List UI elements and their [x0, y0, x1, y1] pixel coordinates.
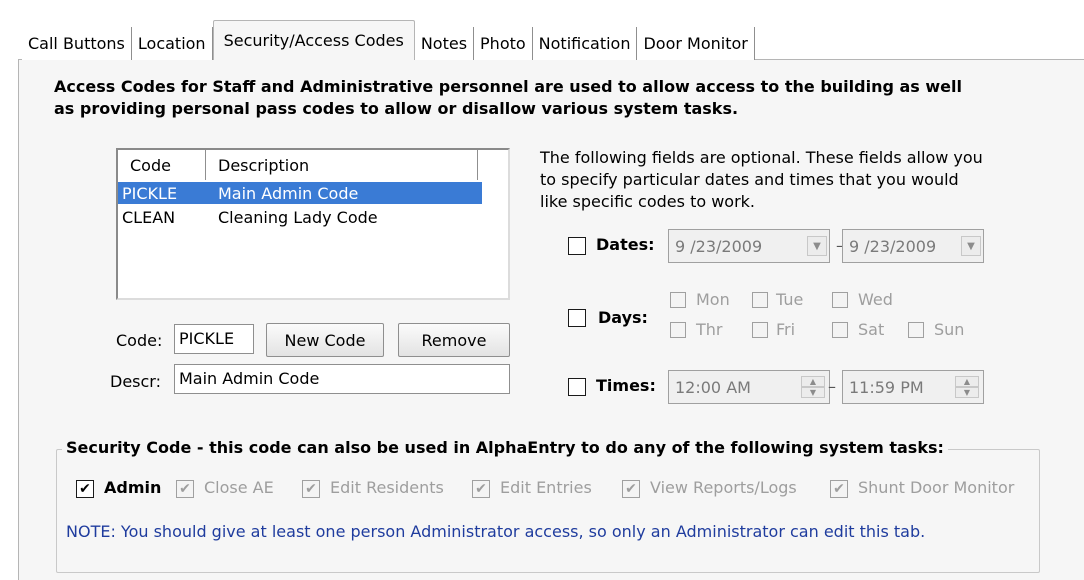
column-header-filler	[478, 150, 508, 180]
spin-arrows-icon[interactable]: ▲ ▼	[801, 376, 825, 398]
tab-notification[interactable]: Notification	[532, 27, 638, 60]
day-thr-checkbox[interactable]	[670, 322, 686, 338]
code-label: Code:	[116, 331, 163, 350]
close-ae-label: Close AE	[204, 478, 274, 497]
day-tue-label: Tue	[776, 290, 804, 309]
list-item-code: PICKLE	[122, 183, 178, 203]
times-checkbox[interactable]	[568, 378, 586, 396]
time-from-spinner[interactable]: 12:00 AM ▲ ▼	[668, 370, 830, 404]
edit-entries-checkbox[interactable]: ✔	[472, 480, 490, 498]
day-tue-checkbox[interactable]	[752, 292, 768, 308]
column-header-code[interactable]: Code	[118, 150, 206, 180]
new-code-button[interactable]: New Code	[266, 323, 384, 357]
days-label: Days:	[598, 308, 648, 327]
time-to-value: 11:59 PM	[849, 377, 924, 397]
intro-line-2: as providing personal pass codes to allo…	[54, 99, 739, 118]
descr-input[interactable]: Main Admin Code	[174, 364, 510, 394]
day-wed-label: Wed	[858, 290, 893, 309]
list-item-selected[interactable]: PICKLE Main Admin Code	[118, 182, 482, 204]
security-code-group	[56, 449, 1040, 573]
dates-to-value: 9 /23/2009	[849, 236, 937, 256]
checkmark-icon: ✔	[475, 481, 487, 497]
dropdown-arrow-icon[interactable]: ▼	[961, 236, 981, 256]
remove-button[interactable]: Remove	[398, 323, 510, 357]
times-separator: –	[828, 377, 836, 396]
checkmark-icon: ✔	[625, 481, 637, 497]
list-item[interactable]: CLEAN Cleaning Lady Code	[118, 206, 482, 228]
optional-text-line-3: like specific codes to work.	[540, 192, 756, 211]
checkmark-icon: ✔	[305, 481, 317, 497]
dates-label: Dates:	[596, 235, 655, 254]
dates-to-picker[interactable]: 9 /23/2009 ▼	[842, 229, 984, 263]
checkmark-icon: ✔	[79, 481, 91, 497]
checkmark-icon: ✔	[833, 481, 845, 497]
admin-access-note: NOTE: You should give at least one perso…	[66, 522, 926, 541]
day-sun-label: Sun	[934, 320, 965, 339]
list-item-code: CLEAN	[122, 207, 176, 227]
tab-notes[interactable]: Notes	[414, 27, 475, 60]
edit-entries-label: Edit Entries	[500, 478, 592, 497]
optional-text-line-1: The following fields are optional. These…	[540, 148, 983, 167]
descr-label: Descr:	[110, 372, 161, 391]
dates-from-value: 9 /23/2009	[675, 236, 763, 256]
admin-checkbox[interactable]: ✔	[76, 480, 94, 498]
days-checkbox[interactable]	[568, 309, 586, 327]
day-wed-checkbox[interactable]	[832, 292, 848, 308]
tab-security-access-codes[interactable]: Security/Access Codes	[212, 20, 415, 60]
time-to-spinner[interactable]: 11:59 PM ▲ ▼	[842, 370, 984, 404]
close-ae-checkbox[interactable]: ✔	[176, 480, 194, 498]
edit-residents-label: Edit Residents	[330, 478, 444, 497]
day-sun-checkbox[interactable]	[908, 322, 924, 338]
view-reports-logs-label: View Reports/Logs	[650, 478, 797, 497]
times-label: Times:	[596, 376, 656, 395]
spin-arrows-icon[interactable]: ▲ ▼	[955, 376, 979, 398]
tab-door-monitor[interactable]: Door Monitor	[637, 27, 755, 60]
tab-location[interactable]: Location	[131, 27, 213, 60]
intro-line-1: Access Codes for Staff and Administrativ…	[54, 77, 962, 96]
dates-checkbox[interactable]	[568, 237, 586, 255]
day-fri-checkbox[interactable]	[752, 322, 768, 338]
view-reports-logs-checkbox[interactable]: ✔	[622, 480, 640, 498]
edit-residents-checkbox[interactable]: ✔	[302, 480, 320, 498]
tab-strip: Call Buttons Location Security/Access Co…	[22, 20, 755, 60]
optional-text-line-2: to specify particular dates and times th…	[540, 170, 959, 189]
tab-call-buttons[interactable]: Call Buttons	[22, 27, 132, 60]
admin-label: Admin	[104, 478, 162, 497]
day-fri-label: Fri	[776, 320, 796, 339]
dropdown-arrow-icon[interactable]: ▼	[807, 236, 827, 256]
day-sat-checkbox[interactable]	[832, 322, 848, 338]
shunt-door-monitor-label: Shunt Door Monitor	[858, 478, 1015, 497]
day-mon-checkbox[interactable]	[670, 292, 686, 308]
day-thr-label: Thr	[696, 320, 723, 339]
column-header-description[interactable]: Description	[206, 150, 478, 180]
time-from-value: 12:00 AM	[675, 377, 751, 397]
list-item-description: Cleaning Lady Code	[218, 207, 378, 227]
day-mon-label: Mon	[696, 290, 730, 309]
dates-from-picker[interactable]: 9 /23/2009 ▼	[668, 229, 830, 263]
checkmark-icon: ✔	[179, 481, 191, 497]
list-item-description: Main Admin Code	[218, 183, 359, 203]
day-sat-label: Sat	[858, 320, 885, 339]
tab-photo[interactable]: Photo	[474, 27, 533, 60]
code-input[interactable]: PICKLE	[174, 324, 254, 354]
codes-list-header: Code Description	[118, 150, 508, 180]
codes-list[interactable]: Code Description PICKLE Main Admin Code …	[116, 148, 510, 300]
security-code-legend: Security Code - this code can also be us…	[62, 437, 948, 459]
shunt-door-monitor-checkbox[interactable]: ✔	[830, 480, 848, 498]
